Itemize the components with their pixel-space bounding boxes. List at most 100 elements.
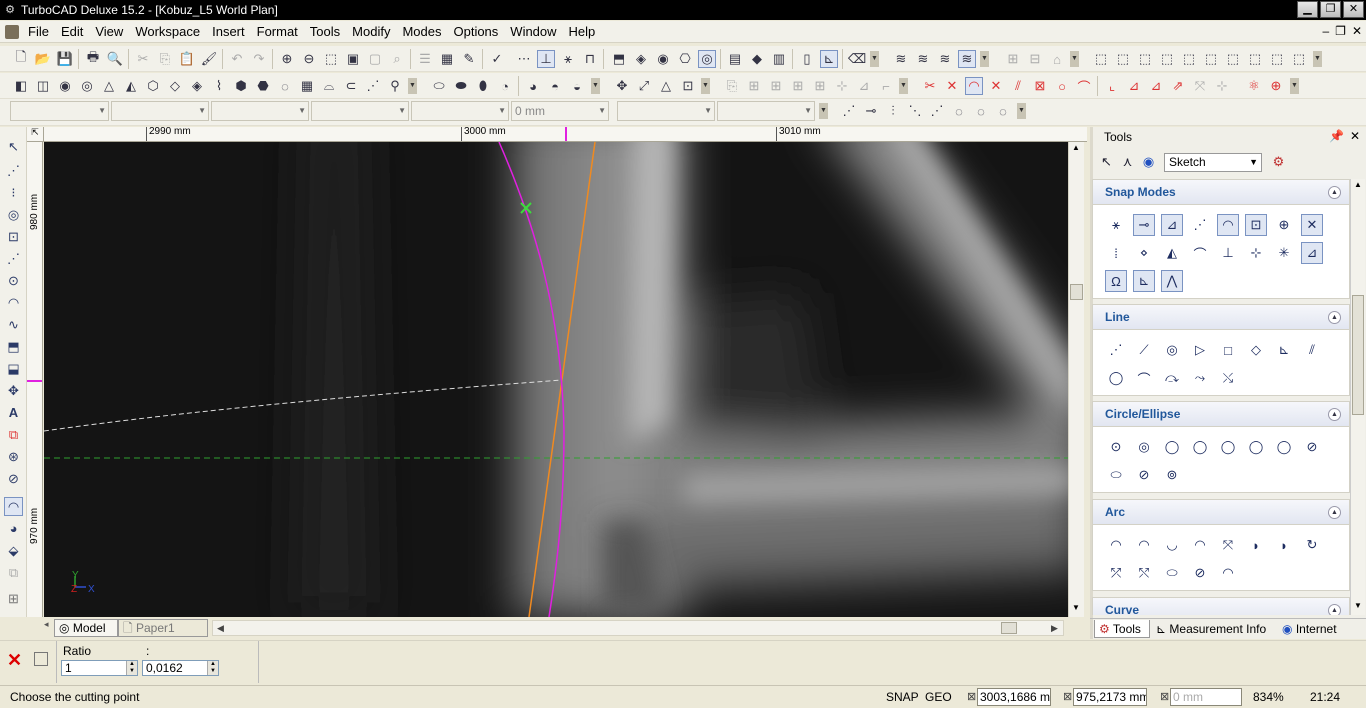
view-iso-sw-icon[interactable]: ⬚: [1268, 50, 1286, 68]
align-2d-icon[interactable]: ⊹: [1213, 77, 1231, 95]
snap-grid-icon[interactable]: ⁞: [1105, 242, 1127, 264]
irregular-polygon-icon[interactable]: ▷: [1189, 339, 1211, 361]
copy-fit-icon[interactable]: ⊞: [811, 77, 829, 95]
split-arc-icon[interactable]: ◠: [965, 77, 983, 95]
insert-tool-icon[interactable]: ⧉: [4, 425, 23, 444]
arc-tangent-2-icon[interactable]: ◗: [1245, 534, 1267, 556]
ellipse-rotated-icon[interactable]: ⊘: [1301, 436, 1323, 458]
scroll-down-icon[interactable]: ▼: [1072, 603, 1080, 612]
viewport-tool-icon[interactable]: ⊞: [4, 589, 23, 608]
chamfer-2d-icon[interactable]: ⊿: [1125, 77, 1143, 95]
zoom-previous-icon[interactable]: ⌕: [388, 50, 406, 68]
render-icon[interactable]: ◉: [654, 50, 672, 68]
mesh-icon[interactable]: ▦: [298, 77, 316, 95]
boolean-intersect-icon[interactable]: ⬮: [474, 77, 492, 95]
ratio-left-spinner[interactable]: ▲ ▼: [126, 661, 137, 675]
snap-intersection-icon[interactable]: ✕: [1301, 214, 1323, 236]
section-icon[interactable]: ◒: [568, 77, 586, 95]
scroll-thumb[interactable]: [1001, 622, 1017, 634]
menu-tools[interactable]: Tools: [304, 21, 346, 43]
distribute-icon[interactable]: ⊟: [1026, 50, 1044, 68]
tab-paper1[interactable]: 🗋 Paper1: [118, 619, 208, 637]
block-tool-icon[interactable]: ⬒: [4, 337, 23, 356]
toolbar-dropdown[interactable]: ▼: [1017, 103, 1026, 119]
circle-tangent-2-icon[interactable]: ◯: [1245, 436, 1267, 458]
ring-3-icon[interactable]: ◌: [994, 102, 1012, 120]
menu-edit[interactable]: Edit: [55, 21, 89, 43]
paste-icon[interactable]: 📋: [178, 50, 196, 68]
tab-measurement-info[interactable]: ⊾ Measurement Info: [1152, 620, 1276, 638]
scroll-thumb[interactable]: [1352, 295, 1364, 415]
close-button[interactable]: ✕: [1343, 1, 1364, 18]
rectangle-tool-icon[interactable]: ⊡: [4, 227, 23, 246]
snap-angle-icon[interactable]: ⋀: [1161, 270, 1183, 292]
house-icon[interactable]: ⌂: [1048, 50, 1066, 68]
curve-line-icon[interactable]: ⤼: [1161, 367, 1183, 389]
toolbar-dropdown[interactable]: ▼: [819, 103, 828, 119]
nurbs-icon[interactable]: ⋰: [364, 77, 382, 95]
arc-ellipse-3-icon[interactable]: ⬭: [1161, 562, 1183, 584]
snap-modes-header[interactable]: Snap Modes ▲: [1093, 180, 1349, 205]
group-tool-icon[interactable]: ⧉: [4, 563, 23, 582]
menu-help[interactable]: Help: [563, 21, 602, 43]
stack-3-icon[interactable]: ≋: [936, 50, 954, 68]
intersect-icon[interactable]: ✕: [987, 77, 1005, 95]
revolve-icon[interactable]: ◈: [188, 77, 206, 95]
cancel-icon[interactable]: ✕: [7, 650, 22, 671]
fillet-icon[interactable]: ◔: [496, 77, 514, 95]
menu-window[interactable]: Window: [504, 21, 562, 43]
boolean-subtract-icon[interactable]: ⬬: [452, 77, 470, 95]
ring-1-icon[interactable]: ◌: [950, 102, 968, 120]
dash-icon[interactable]: ⊸: [862, 102, 880, 120]
circle-2-points-icon[interactable]: ◯: [1161, 436, 1183, 458]
brush-combo[interactable]: ▼: [411, 101, 509, 121]
tangent-arc-line-icon[interactable]: ⌒: [1133, 367, 1155, 389]
boolean-add-icon[interactable]: ⬭: [430, 77, 448, 95]
snap-center-icon[interactable]: ⊡: [1245, 214, 1267, 236]
scroll-down-icon[interactable]: ▼: [1354, 601, 1362, 610]
snap-arc-icon[interactable]: ◠: [1217, 214, 1239, 236]
snap-magnet-icon[interactable]: Ω: [1105, 270, 1127, 292]
toolbar-dropdown[interactable]: ▼: [1070, 51, 1079, 67]
z-coordinate-field[interactable]: 0 mm: [1170, 688, 1242, 706]
snap-perpendicular-icon[interactable]: ⊥: [1217, 242, 1239, 264]
rectangle-icon[interactable]: □: [1217, 339, 1239, 361]
pin-icon[interactable]: 📌: [1329, 129, 1344, 143]
x-coordinate-field[interactable]: 3003,1686 mm: [977, 688, 1051, 706]
snap-tangent-icon[interactable]: ◭: [1161, 242, 1183, 264]
transform-tool-icon[interactable]: ✥: [4, 381, 23, 400]
copy-linear-icon[interactable]: ⎘: [723, 77, 741, 95]
view-front-icon[interactable]: ⬒: [610, 50, 628, 68]
surface-icon[interactable]: ⌓: [320, 77, 338, 95]
slice-icon[interactable]: ◓: [546, 77, 564, 95]
arc-ellipse-5-icon[interactable]: ◠: [1217, 562, 1239, 584]
loft-icon[interactable]: ⬢: [232, 77, 250, 95]
y-coordinate-field[interactable]: 975,2173 mm: [1073, 688, 1147, 706]
scroll-up-icon[interactable]: ▲: [1072, 143, 1080, 152]
snap-draw-icon[interactable]: ✳: [1273, 242, 1295, 264]
toolbar-dropdown[interactable]: ▼: [870, 51, 879, 67]
coordinate-icon[interactable]: ⊾: [820, 50, 838, 68]
bisector-line-icon[interactable]: ⤯: [1217, 367, 1239, 389]
meet-icon[interactable]: ⊿: [1147, 77, 1165, 95]
curve-header[interactable]: Curve ▲: [1093, 598, 1349, 615]
view-top-icon[interactable]: ⬚: [1092, 50, 1110, 68]
node-edit-icon[interactable]: ⋏: [1119, 154, 1136, 171]
select-arrow-icon[interactable]: ↖: [1098, 154, 1115, 171]
menu-insert[interactable]: Insert: [206, 21, 251, 43]
circle-tool-icon[interactable]: ◎: [4, 205, 23, 224]
sphere-icon[interactable]: ◉: [56, 77, 74, 95]
customize-palette-icon[interactable]: ⚙: [1270, 154, 1287, 171]
snap-line-icon[interactable]: ⋰: [1189, 214, 1211, 236]
circle-ellipse-header[interactable]: Circle/Ellipse ▲: [1093, 402, 1349, 427]
grid-icon[interactable]: ⋯: [515, 50, 533, 68]
arc-tangent-icon[interactable]: ⤧: [1217, 534, 1239, 556]
snap-end-icon[interactable]: ⊿: [1161, 214, 1183, 236]
nodes-icon[interactable]: ⊕: [1267, 77, 1285, 95]
arc-tangent-3-icon[interactable]: ◗: [1273, 534, 1295, 556]
scroll-right-icon[interactable]: ▶: [1051, 621, 1058, 635]
tube-icon[interactable]: ⊂: [342, 77, 360, 95]
pen-style-combo[interactable]: ▼: [211, 101, 309, 121]
snap-indicator[interactable]: SNAP: [886, 690, 919, 704]
palette-vertical-scrollbar[interactable]: ▲ ▼: [1350, 179, 1365, 615]
